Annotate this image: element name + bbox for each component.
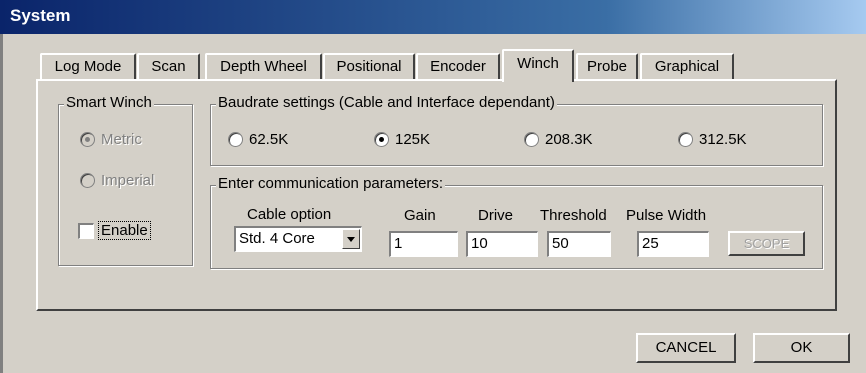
tab-positional[interactable]: Positional	[323, 53, 415, 80]
baud-125k-radio[interactable]: 125K	[374, 129, 430, 149]
enable-label: Enable	[98, 221, 151, 240]
baud-208-3k-radio[interactable]: 208.3K	[524, 129, 593, 149]
scope-button[interactable]: SCOPE	[728, 231, 805, 256]
baud-312-5k-indicator	[678, 131, 693, 147]
window-title: System	[10, 6, 71, 25]
baudrate-title: Baudrate settings (Cable and Interface d…	[216, 94, 557, 111]
enable-checkbox-box[interactable]	[78, 222, 94, 239]
tab-probe[interactable]: Probe	[576, 53, 638, 80]
cable-option-label: Cable option	[247, 206, 332, 223]
tab-encoder[interactable]: Encoder	[416, 53, 500, 80]
threshold-input[interactable]: 50	[547, 231, 611, 257]
imperial-radio[interactable]: Imperial	[80, 170, 154, 190]
gain-label: Gain	[404, 207, 436, 224]
title-bar: System	[0, 0, 866, 34]
baud-208-3k-label: 208.3K	[545, 130, 593, 148]
gain-input[interactable]: 1	[389, 231, 458, 257]
baud-125k-indicator	[374, 131, 389, 147]
ok-button[interactable]: OK	[753, 333, 850, 363]
tab-graphical[interactable]: Graphical	[640, 53, 734, 80]
metric-label: Metric	[101, 130, 142, 148]
metric-radio-indicator	[80, 131, 95, 147]
cable-option-select[interactable]: Std. 4 Core	[234, 226, 362, 252]
threshold-label: Threshold	[540, 207, 607, 224]
metric-radio[interactable]: Metric	[80, 129, 142, 149]
pulse-width-label: Pulse Width	[626, 207, 707, 224]
baud-62-5k-radio[interactable]: 62.5K	[228, 129, 288, 149]
drive-label: Drive	[478, 207, 514, 224]
baud-125k-label: 125K	[395, 130, 431, 148]
dropdown-button[interactable]	[342, 229, 360, 249]
imperial-radio-indicator	[80, 172, 95, 188]
baud-62-5k-label: 62.5K	[249, 130, 289, 148]
cable-option-value: Std. 4 Core	[239, 230, 315, 247]
baud-62-5k-indicator	[228, 131, 243, 147]
window-left-edge	[0, 34, 3, 373]
tab-scan[interactable]: Scan	[137, 53, 200, 80]
comm-params-title: Enter communication parameters:	[216, 175, 446, 192]
pulse-width-input[interactable]: 25	[637, 231, 709, 257]
tab-depth-wheel[interactable]: Depth Wheel	[205, 53, 322, 80]
imperial-label: Imperial	[101, 171, 155, 189]
tab-log-mode[interactable]: Log Mode	[40, 53, 136, 80]
enable-checkbox[interactable]: Enable	[78, 221, 151, 240]
cancel-button[interactable]: CANCEL	[636, 333, 736, 363]
baud-312-5k-radio[interactable]: 312.5K	[678, 129, 747, 149]
baud-312-5k-label: 312.5K	[699, 130, 747, 148]
chevron-down-icon	[347, 237, 355, 242]
smart-winch-title: Smart Winch	[64, 94, 154, 111]
baud-208-3k-indicator	[524, 131, 539, 147]
drive-input[interactable]: 10	[466, 231, 538, 257]
tab-winch[interactable]: Winch	[502, 49, 574, 82]
